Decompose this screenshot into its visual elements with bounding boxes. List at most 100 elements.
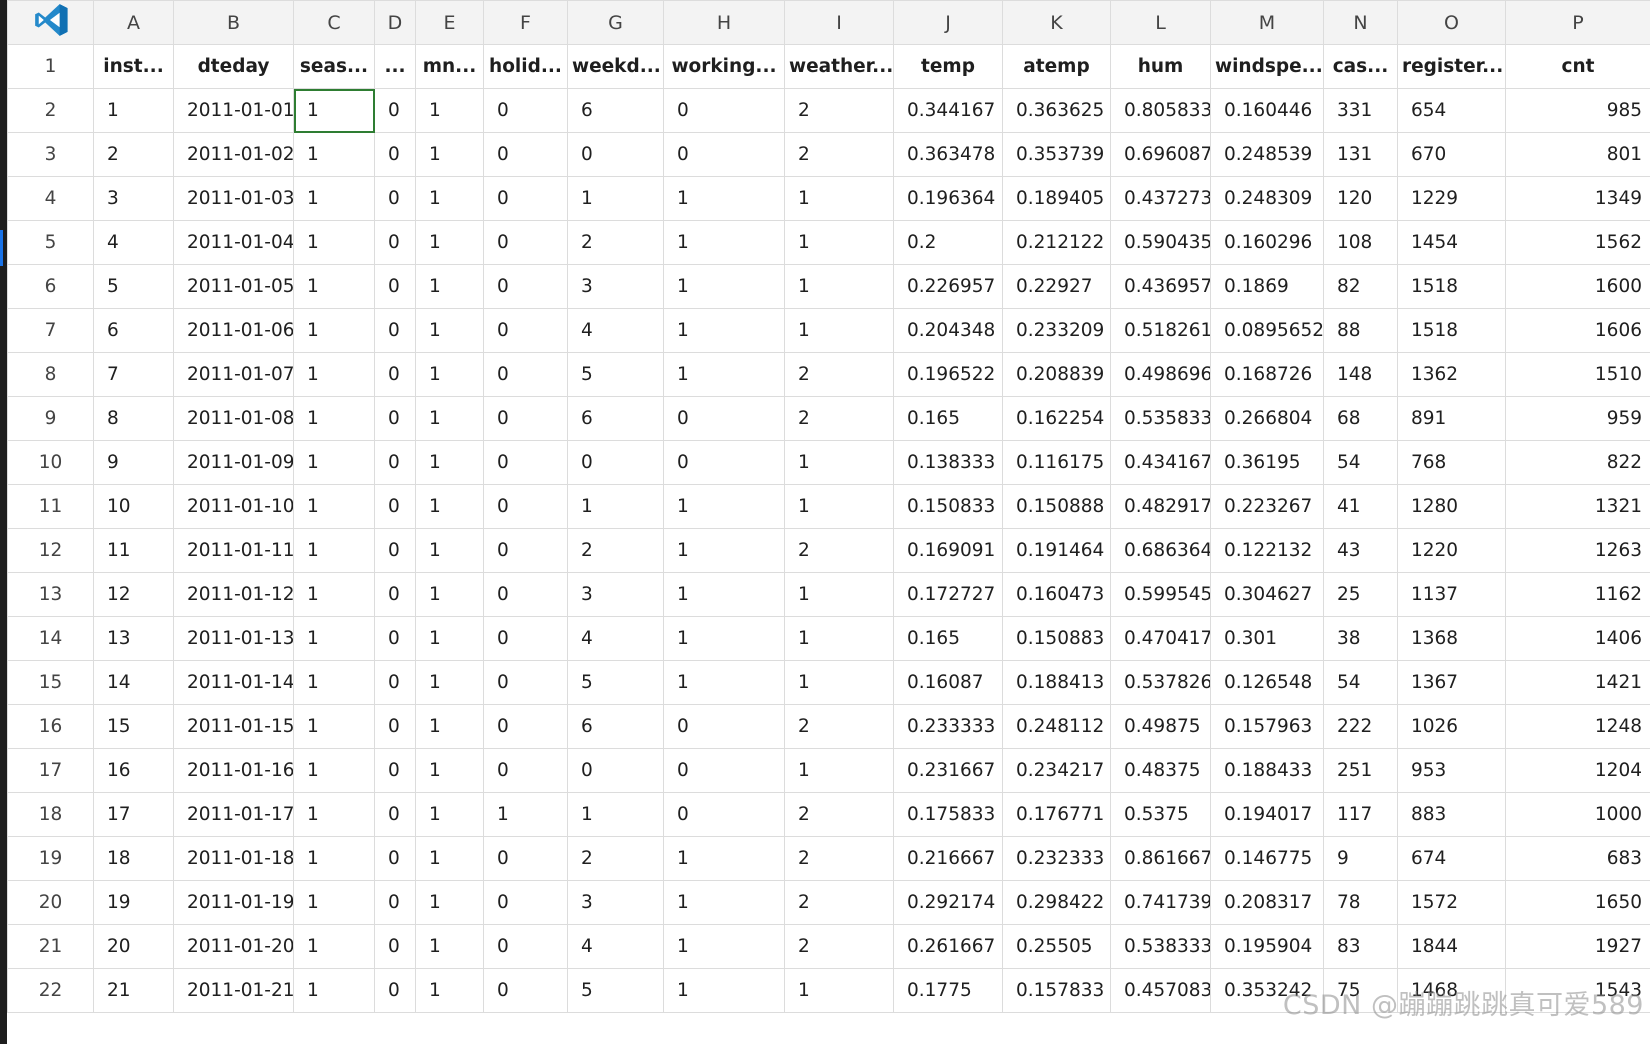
data-cell[interactable]: 0 [374,352,416,397]
data-cell[interactable]: 0 [567,440,664,485]
data-cell[interactable]: 1421 [1505,660,1650,705]
data-cell[interactable]: 0.590435 [1110,220,1211,265]
data-cell[interactable]: 1510 [1505,352,1650,397]
data-cell[interactable]: 83 [1323,924,1398,969]
data-cell[interactable]: 0 [374,572,416,617]
data-cell[interactable]: 1248 [1505,704,1650,749]
data-cell[interactable]: 1 [293,264,375,309]
data-cell[interactable]: 0.216667 [893,836,1003,881]
column-letter-e[interactable]: E [415,0,484,45]
data-cell[interactable]: 0.150883 [1002,616,1111,661]
data-cell[interactable]: 0 [483,660,568,705]
data-cell[interactable]: 0 [374,220,416,265]
data-cell[interactable]: 0.434167 [1110,440,1211,485]
data-cell[interactable]: 0 [374,704,416,749]
data-cell[interactable]: 38 [1323,616,1398,661]
data-cell[interactable]: 0.160473 [1002,572,1111,617]
data-cell[interactable]: 0.172727 [893,572,1003,617]
data-cell[interactable]: 20 [93,924,174,969]
data-cell[interactable]: 1 [415,836,484,881]
data-cell[interactable]: 1 [663,352,785,397]
data-cell[interactable]: 1 [415,396,484,441]
data-cell[interactable]: 2 [567,528,664,573]
data-cell[interactable]: 0.363625 [1002,88,1111,133]
data-grid[interactable]: ABCDEFGHIJKLMNOP 1 inst... dteday seas....… [7,0,1650,1013]
data-cell[interactable]: 0 [374,748,416,793]
data-cell[interactable]: 1 [567,176,664,221]
data-cell[interactable]: 2 [784,352,894,397]
data-cell[interactable]: 0 [663,440,785,485]
data-cell[interactable]: 11 [93,528,174,573]
header-cell[interactable]: cas... [1323,44,1398,89]
data-cell[interactable]: 1 [663,968,785,1013]
data-cell[interactable]: 1 [415,88,484,133]
data-cell[interactable]: 1 [663,572,785,617]
data-cell[interactable]: 0 [483,308,568,353]
data-cell[interactable]: 88 [1323,308,1398,353]
data-cell[interactable]: 1204 [1505,748,1650,793]
data-cell[interactable]: 1 [415,748,484,793]
data-cell[interactable]: 1 [415,352,484,397]
data-cell[interactable]: 0.195904 [1210,924,1324,969]
data-cell[interactable]: 0.233209 [1002,308,1111,353]
row-number[interactable]: 12 [7,528,94,573]
data-cell[interactable]: 0 [483,176,568,221]
data-cell[interactable]: 6 [567,704,664,749]
data-cell[interactable]: 0.188433 [1210,748,1324,793]
header-cell[interactable]: working... [663,44,785,89]
data-cell[interactable]: 1 [293,968,375,1013]
data-cell[interactable]: 19 [93,880,174,925]
column-letter-h[interactable]: H [663,0,785,45]
row-number[interactable]: 21 [7,924,94,969]
data-cell[interactable]: 5 [567,968,664,1013]
header-cell[interactable]: temp [893,44,1003,89]
data-cell[interactable]: 0.234217 [1002,748,1111,793]
data-cell[interactable]: 1 [293,220,375,265]
data-cell[interactable]: 0.0895652 [1210,308,1324,353]
data-cell[interactable]: 1 [784,264,894,309]
data-cell[interactable]: 0 [374,176,416,221]
data-cell[interactable]: 18 [93,836,174,881]
data-cell[interactable]: 0.470417 [1110,616,1211,661]
data-cell[interactable]: 2 [93,132,174,177]
data-cell[interactable]: 1000 [1505,792,1650,837]
data-cell[interactable]: 1 [293,704,375,749]
data-cell[interactable]: 0 [483,924,568,969]
data-cell[interactable]: 0.138333 [893,440,1003,485]
data-cell[interactable]: 1468 [1397,968,1506,1013]
data-cell[interactable]: 0 [374,792,416,837]
data-cell[interactable]: 1 [663,528,785,573]
data-cell[interactable]: 54 [1323,660,1398,705]
data-cell[interactable]: 0.150888 [1002,484,1111,529]
data-cell[interactable]: 0.150833 [893,484,1003,529]
row-number[interactable]: 22 [7,968,94,1013]
data-cell[interactable]: 959 [1505,396,1650,441]
row-number[interactable]: 7 [7,308,94,353]
data-cell[interactable]: 0.696087 [1110,132,1211,177]
data-cell[interactable]: 1 [415,264,484,309]
data-cell[interactable]: 0.232333 [1002,836,1111,881]
data-cell[interactable]: 0.126548 [1210,660,1324,705]
data-cell[interactable]: 1026 [1397,704,1506,749]
data-cell[interactable]: 0.146775 [1210,836,1324,881]
data-cell[interactable]: 0.196364 [893,176,1003,221]
data-cell[interactable]: 0 [374,396,416,441]
column-letter-k[interactable]: K [1002,0,1111,45]
data-cell[interactable]: 0 [374,484,416,529]
data-cell[interactable]: 8 [93,396,174,441]
data-cell[interactable]: 1454 [1397,220,1506,265]
data-cell[interactable]: 2011-01-11 [173,528,294,573]
data-cell[interactable]: 0.36195 [1210,440,1324,485]
data-cell[interactable]: 822 [1505,440,1650,485]
data-cell[interactable]: 1650 [1505,880,1650,925]
data-cell[interactable]: 1 [663,660,785,705]
data-cell[interactable]: 16 [93,748,174,793]
data-cell[interactable]: 883 [1397,792,1506,837]
data-cell[interactable]: 1 [415,308,484,353]
data-cell[interactable]: 1 [93,88,174,133]
data-cell[interactable]: 68 [1323,396,1398,441]
data-cell[interactable]: 0 [663,792,785,837]
data-cell[interactable]: 1 [784,484,894,529]
data-cell[interactable]: 1600 [1505,264,1650,309]
data-cell[interactable]: 2011-01-08 [173,396,294,441]
